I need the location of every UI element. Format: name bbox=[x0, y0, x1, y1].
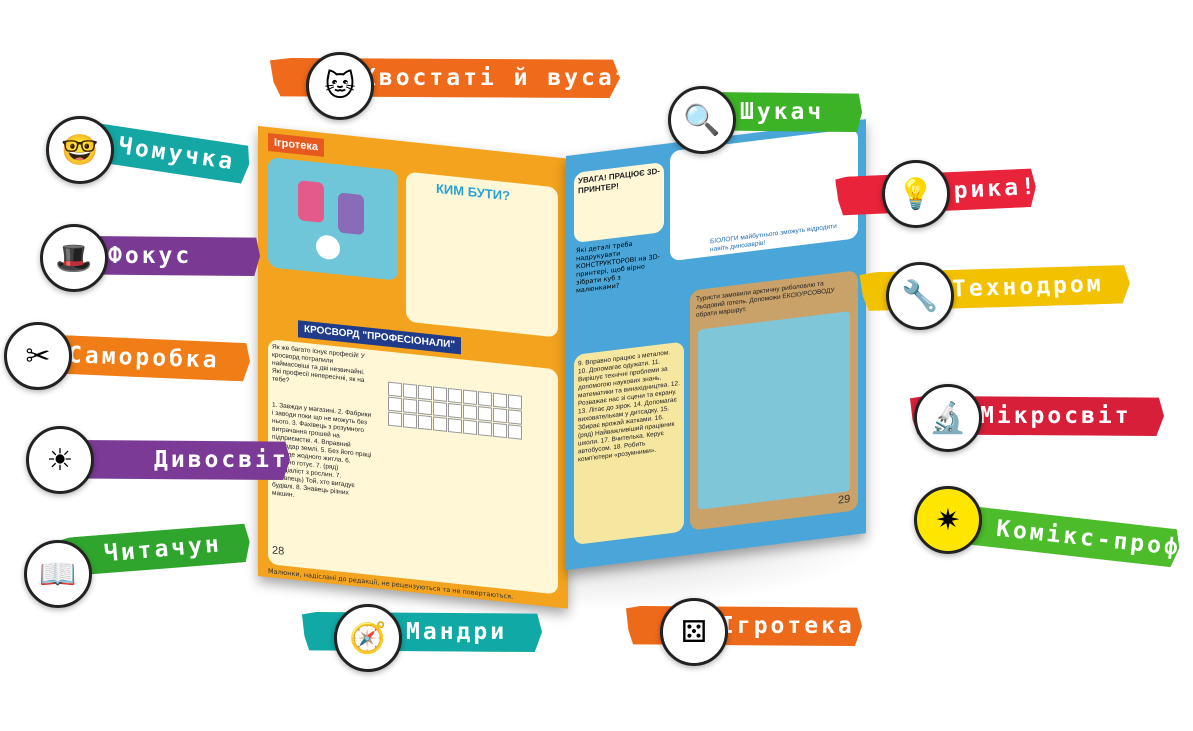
grid-cell[interactable] bbox=[448, 417, 462, 434]
grid-cell[interactable] bbox=[463, 389, 477, 406]
grid-cell[interactable] bbox=[388, 396, 402, 413]
grid-cell[interactable] bbox=[418, 399, 432, 416]
grid-cell[interactable] bbox=[448, 402, 462, 419]
microscope-icon: 🔬 bbox=[914, 384, 982, 452]
wrench-icon: 🔧 bbox=[886, 262, 954, 330]
biology-caption: БІОЛОГИ майбутнього зможуть відродити на… bbox=[710, 222, 837, 254]
grid-cell[interactable] bbox=[388, 411, 402, 428]
grid-cell[interactable] bbox=[508, 409, 522, 425]
grid-cell[interactable] bbox=[493, 407, 507, 424]
grid-cell[interactable] bbox=[508, 424, 522, 440]
printer-title: УВАГА! ПРАЦЮЄ 3D-ПРИНТЕР! bbox=[578, 166, 660, 196]
grid-cell[interactable] bbox=[508, 394, 522, 410]
maze-map bbox=[698, 311, 850, 510]
clues-panel: 9. Вправно працює з металом. 10. Допомаг… bbox=[574, 341, 684, 546]
grid-cell[interactable] bbox=[433, 416, 447, 432]
grid-cell[interactable] bbox=[418, 414, 432, 431]
robot-figure bbox=[338, 192, 364, 236]
crossword-intro: Як же багато існує професій! У кросворд … bbox=[272, 343, 365, 385]
section-label: Ігротека bbox=[268, 133, 324, 157]
grid-cell[interactable] bbox=[403, 398, 417, 414]
page-number-left: 28 bbox=[272, 544, 285, 558]
circle-shape bbox=[316, 234, 340, 261]
robot-figure bbox=[298, 180, 324, 223]
tag-komiks[interactable]: Комікс-проф bbox=[949, 504, 1182, 568]
crossword-panel: Як же багато існує професій! У кросворд … bbox=[268, 339, 558, 595]
grid-cell[interactable] bbox=[433, 401, 447, 417]
kim-butu-panel: КИМ БУТИ? bbox=[406, 171, 558, 338]
kim-butu-title: КИМ БУТИ? bbox=[436, 180, 511, 204]
comic-burst-icon: ✷ bbox=[914, 486, 982, 554]
dice-icon: ⚄ bbox=[660, 598, 728, 666]
printer-panel: УВАГА! ПРАЦЮЄ 3D-ПРИНТЕР! bbox=[574, 161, 664, 244]
printer-text: Які деталі треба надрукувати КОНСТРУКТОР… bbox=[576, 239, 660, 295]
grid-cell[interactable] bbox=[463, 419, 477, 436]
magic-hat-icon: 🎩 bbox=[40, 224, 108, 292]
magazine-right-page: УВАГА! ПРАЦЮЄ 3D-ПРИНТЕР! БІОЛОГИ майбут… bbox=[566, 119, 866, 570]
grid-cell[interactable] bbox=[478, 421, 492, 437]
tag-label: Дивосвіт bbox=[154, 447, 289, 473]
tag-label: Комікс-проф bbox=[995, 515, 1183, 562]
grid-cell[interactable] bbox=[403, 383, 417, 399]
robot-illustration bbox=[268, 157, 398, 281]
crossword-grid bbox=[388, 381, 522, 440]
grid-cell[interactable] bbox=[478, 406, 492, 422]
sun-icon: ☀ bbox=[26, 426, 94, 494]
magnifier-boy-icon: 🔍 bbox=[668, 86, 736, 154]
grid-cell[interactable] bbox=[478, 391, 492, 407]
grid-cell[interactable] bbox=[493, 392, 507, 409]
grid-cell[interactable] bbox=[463, 404, 477, 421]
cat-icon: 🐱 bbox=[306, 52, 374, 120]
maze-panel: Туристи замовили арктичну риболовлю та л… bbox=[690, 270, 858, 531]
boy-glasses-icon: 🤓 bbox=[46, 116, 114, 184]
grid-cell[interactable] bbox=[433, 386, 447, 402]
grid-cell[interactable] bbox=[493, 422, 507, 439]
tag-dyvosvit[interactable]: Дивосвіт bbox=[60, 440, 290, 480]
clues-right: 9. Вправно працює з металом. 10. Допомаг… bbox=[578, 349, 680, 464]
grid-cell[interactable] bbox=[388, 381, 402, 398]
grid-cell[interactable] bbox=[448, 387, 462, 404]
scissors-icon: ✂ bbox=[4, 322, 72, 390]
grid-cell[interactable] bbox=[418, 384, 432, 401]
page-number-right: 29 bbox=[838, 493, 851, 507]
lightbulb-icon: 💡 bbox=[882, 160, 950, 228]
explorer-icon: 🧭 bbox=[334, 604, 402, 672]
magazine-left-page: Ігротека КИМ БУТИ? КРОСВОРД "ПРОФЕСІОНАЛ… bbox=[258, 126, 568, 609]
reading-kid-icon: 📖 bbox=[24, 540, 92, 608]
grid-cell[interactable] bbox=[403, 413, 417, 429]
